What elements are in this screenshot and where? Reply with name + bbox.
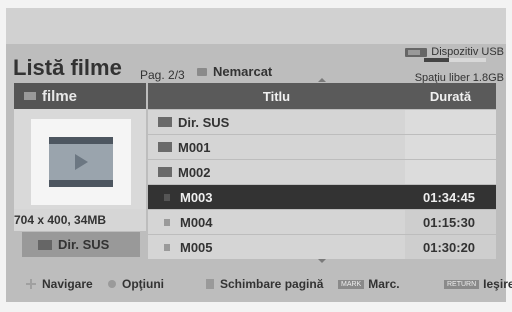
movie-folder-icon	[24, 92, 36, 100]
footer-bar: Navigare Opţiuni Schimbare pagină MARK M…	[0, 266, 512, 302]
folder-icon	[158, 142, 172, 152]
options-label: Opţiuni	[122, 277, 164, 291]
usb-icon	[405, 47, 428, 57]
row-title: Dir. SUS	[178, 114, 230, 130]
preview-panel: filme 704 x 400, 34MB Dir. SUS	[14, 83, 146, 273]
dpad-icon	[26, 279, 36, 289]
row-duration-cell	[405, 110, 496, 134]
row-title-cell: M003	[148, 185, 405, 209]
options-hint[interactable]: Opţiuni	[108, 277, 164, 291]
folder-up-icon	[38, 239, 52, 250]
row-duration: 01:34:45	[423, 189, 476, 205]
navigate-label: Navigare	[42, 277, 93, 291]
video-file-icon	[49, 137, 113, 187]
return-key-icon: RETURN	[444, 279, 480, 289]
change-page-label: Schimbare pagină	[220, 277, 324, 291]
row-title: M004	[180, 214, 213, 230]
column-duration: Durată	[429, 88, 472, 104]
video-file-icon	[164, 243, 170, 251]
row-duration-cell: 01:15:30	[405, 210, 496, 234]
options-icon	[108, 280, 116, 288]
mark-hint[interactable]: MARK Marc.	[338, 277, 400, 291]
storage-bar	[424, 58, 486, 62]
mark-icon	[197, 67, 207, 76]
row-title: M001	[178, 139, 211, 155]
exit-label: Ieşire	[483, 277, 512, 291]
scroll-up-icon[interactable]	[318, 78, 326, 82]
row-title-cell: Dir. SUS	[148, 110, 405, 134]
video-file-icon	[164, 193, 170, 201]
row-title: M002	[178, 164, 211, 180]
device-label: Dispozitiv USB	[431, 46, 504, 58]
row-duration-cell: 01:30:20	[405, 235, 496, 259]
change-page-hint[interactable]: Schimbare pagină	[206, 277, 323, 291]
page-indicator: Pag. 2/3	[140, 68, 185, 82]
table-row[interactable]: M002	[148, 160, 496, 184]
row-title: M005	[180, 239, 213, 255]
dir-up-button[interactable]: Dir. SUS	[22, 232, 140, 257]
video-file-icon	[164, 218, 170, 226]
row-duration-cell	[405, 160, 496, 184]
table-row[interactable]: M003 01:34:45	[148, 185, 496, 209]
scroll-down-icon[interactable]	[318, 259, 326, 263]
file-table: Titlu Durată Dir. SUS M001 M002 M003 01:34:4…	[148, 83, 496, 259]
row-duration-cell	[405, 135, 496, 159]
device-info: Dispozitiv USB	[405, 46, 504, 58]
folder-icon	[158, 117, 172, 127]
table-header: Titlu Durată	[148, 83, 496, 109]
mark-status-label: Nemarcat	[213, 64, 273, 79]
row-title-cell: M005	[148, 235, 405, 259]
table-row[interactable]: M005 01:30:20	[148, 235, 496, 259]
top-bar	[6, 8, 506, 44]
row-duration: 01:15:30	[423, 214, 476, 230]
column-title: Titlu	[262, 88, 291, 104]
page-icon	[206, 279, 214, 289]
table-row[interactable]: M004 01:15:30	[148, 210, 496, 234]
row-title: M003	[180, 189, 213, 205]
play-icon	[75, 154, 88, 170]
row-title-cell: M001	[148, 135, 405, 159]
storage-bar-fill	[424, 58, 449, 62]
thumbnail	[31, 119, 131, 205]
dir-up-label: Dir. SUS	[58, 237, 110, 252]
file-info: 704 x 400, 34MB	[14, 209, 146, 231]
row-title-cell: M004	[148, 210, 405, 234]
mark-key-icon: MARK	[338, 279, 365, 289]
section-label: filme	[42, 87, 78, 105]
mark-label: Marc.	[368, 277, 400, 291]
table-row[interactable]: Dir. SUS	[148, 110, 496, 134]
mark-status: Nemarcat	[197, 64, 272, 79]
navigate-hint: Navigare	[26, 277, 93, 291]
folder-icon	[158, 167, 172, 177]
exit-hint[interactable]: RETURN Ieşire	[444, 277, 512, 291]
thumbnail-area	[14, 109, 146, 209]
page-title: Listă filme	[13, 55, 122, 80]
table-row[interactable]: M001	[148, 135, 496, 159]
row-duration-cell: 01:34:45	[405, 185, 496, 209]
row-duration: 01:30:20	[423, 239, 476, 255]
section-header: filme	[14, 83, 146, 109]
row-title-cell: M002	[148, 160, 405, 184]
